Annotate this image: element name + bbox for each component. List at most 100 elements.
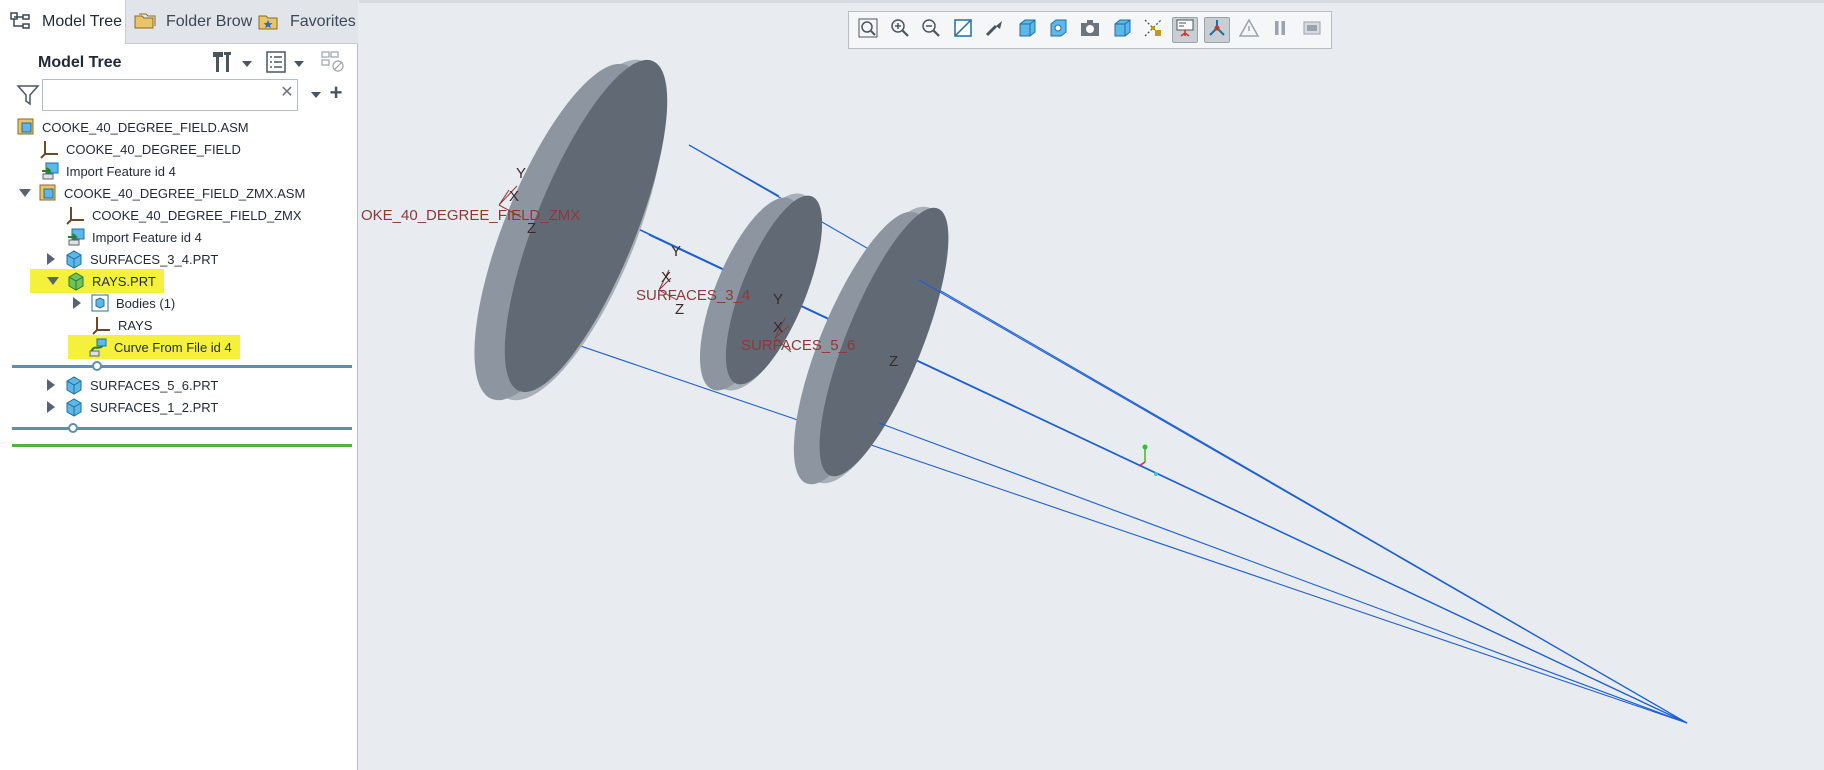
show-button[interactable]: [264, 50, 304, 79]
tree-row[interactable]: Import Feature id 4: [40, 160, 176, 182]
chevron-down-icon: [47, 277, 59, 285]
chevron-down-icon: [294, 61, 304, 67]
perspective-button[interactable]: [982, 17, 1008, 43]
add-icon[interactable]: +: [326, 82, 346, 104]
pause-button[interactable]: [1268, 17, 1294, 43]
tab-model-tree[interactable]: Model Tree: [0, 0, 126, 44]
saved-orientations-button[interactable]: [1045, 17, 1071, 43]
tree-row-selected[interactable]: Curve From File id 4: [68, 335, 240, 359]
spin-center-icon: [1174, 17, 1196, 44]
saved-views-icon: [1079, 17, 1101, 44]
chevron-down-icon: [242, 61, 252, 67]
bodies-icon: [90, 293, 110, 313]
insert-here-line[interactable]: [12, 365, 352, 368]
simulation-button[interactable]: [1236, 17, 1262, 43]
expand-toggle[interactable]: [46, 274, 60, 288]
clip-button[interactable]: [1299, 17, 1325, 43]
repaint-button[interactable]: [950, 17, 976, 43]
view-manager-button[interactable]: [1109, 17, 1135, 43]
tree-row[interactable]: SURFACES_5_6.PRT: [44, 374, 218, 396]
tree-row[interactable]: COOKE_40_DEGREE_FIELD: [40, 138, 241, 160]
chevron-down-icon[interactable]: [311, 92, 321, 98]
tree-row[interactable]: Import Feature id 4: [66, 226, 202, 248]
tree-row[interactable]: COOKE_40_DEGREE_FIELD_ZMX.ASM: [18, 182, 305, 204]
tree-row-label: COOKE_40_DEGREE_FIELD: [66, 141, 241, 157]
tree-row-label: Curve From File id 4: [114, 339, 232, 355]
ray: [878, 422, 1688, 724]
expand-toggle[interactable]: [18, 186, 32, 200]
graphics-viewport[interactable]: Y X Z Y X Z Y X Z OKE_40_DEGREE_FIELD_ZM…: [359, 0, 1824, 770]
close-icon[interactable]: ✕: [280, 85, 294, 101]
axis-x-label: X: [661, 269, 671, 286]
tree-row[interactable]: COOKE_40_DEGREE_FIELD_ZMX: [66, 204, 302, 226]
annotation-display-button[interactable]: [1204, 17, 1230, 43]
tree-row[interactable]: COOKE_40_DEGREE_FIELD.ASM: [16, 116, 249, 138]
tree-row-label: SURFACES_5_6.PRT: [90, 377, 219, 393]
tools-icon: [210, 50, 236, 79]
part-name-label: OKE_40_DEGREE_FIELD_ZMX: [361, 207, 580, 224]
tree-row-label: RAYS: [118, 317, 153, 333]
view-manager-icon: [1111, 17, 1133, 44]
settings-button[interactable]: [210, 50, 252, 79]
tree-row[interactable]: Bodies (1): [70, 292, 175, 314]
insert-here-handle[interactable]: [68, 423, 78, 433]
axis-x-label: X: [509, 188, 519, 205]
favorites-icon: [256, 9, 282, 35]
datum-display-button[interactable]: [1141, 17, 1167, 43]
tree-row[interactable]: RAYS: [92, 314, 152, 336]
list-icon: [264, 50, 288, 79]
saved-orientations-icon: [1047, 17, 1069, 44]
tab-folder-browser-label: Folder Brow: [166, 13, 252, 30]
expand-toggle[interactable]: [44, 378, 58, 392]
zoom-out-button[interactable]: [918, 17, 944, 43]
tree-row-label: RAYS.PRT: [92, 273, 156, 289]
expand-toggle[interactable]: [70, 296, 84, 310]
filter-icon[interactable]: [16, 83, 40, 107]
column-toggle-button[interactable]: [320, 50, 346, 79]
selection-highlight: Curve From File id 4: [68, 335, 240, 359]
insert-here-handle[interactable]: [92, 361, 102, 371]
tree-row-label: SURFACES_3_4.PRT: [90, 251, 219, 267]
tree-row-label: Bodies (1): [116, 295, 176, 311]
axis-y-label: Y: [516, 165, 526, 182]
expand-toggle[interactable]: [44, 252, 58, 266]
clip-icon: [1301, 17, 1323, 44]
axis-x-label: X: [773, 319, 783, 336]
spin-center-marker: [1138, 444, 1158, 476]
tree-row-selected[interactable]: RAYS.PRT: [30, 269, 164, 293]
tree-row-label: SURFACES_1_2.PRT: [90, 399, 219, 415]
assembly-icon: [38, 183, 58, 203]
perspective-icon: [984, 17, 1006, 44]
simulation-icon: [1238, 17, 1260, 44]
part-name-label: SURFACES_3_4: [636, 287, 750, 304]
display-style-button[interactable]: [1014, 17, 1040, 43]
part-icon: [66, 271, 86, 291]
chevron-right-icon: [47, 401, 55, 413]
tab-favorites[interactable]: Favorites: [256, 0, 358, 44]
csys-icon: [66, 205, 86, 225]
page-title: Model Tree: [38, 54, 122, 71]
tree-row[interactable]: SURFACES_1_2.PRT: [44, 396, 218, 418]
insert-here-line[interactable]: [12, 427, 352, 430]
expand-toggle[interactable]: [44, 400, 58, 414]
tree-row[interactable]: SURFACES_3_4.PRT: [44, 248, 218, 270]
refit-icon: [857, 17, 879, 44]
3d-scene[interactable]: Y X Z Y X Z Y X Z OKE_40_DEGREE_FIELD_ZM…: [359, 0, 1824, 770]
part-name-label: SURFACES_5_6: [741, 337, 855, 354]
repaint-icon: [952, 17, 974, 44]
tab-favorites-label: Favorites: [290, 13, 356, 30]
columns-icon: [320, 50, 346, 79]
folder-browser-icon: [132, 9, 158, 35]
saved-views-button[interactable]: [1077, 17, 1103, 43]
chevron-right-icon: [47, 379, 55, 391]
chevron-down-icon: [19, 189, 31, 197]
refit-button[interactable]: [855, 17, 881, 43]
spin-center-button[interactable]: [1172, 17, 1199, 44]
lens-surfaces-1-2[interactable]: [441, 39, 700, 421]
tab-folder-browser[interactable]: Folder Brow: [132, 0, 252, 44]
search-input[interactable]: [42, 79, 298, 111]
assembly-icon: [16, 117, 36, 137]
zoom-in-button[interactable]: [887, 17, 913, 43]
navigator-tabs: Model Tree Folder Brow Favorites: [0, 0, 358, 44]
pause-icon: [1269, 17, 1291, 44]
